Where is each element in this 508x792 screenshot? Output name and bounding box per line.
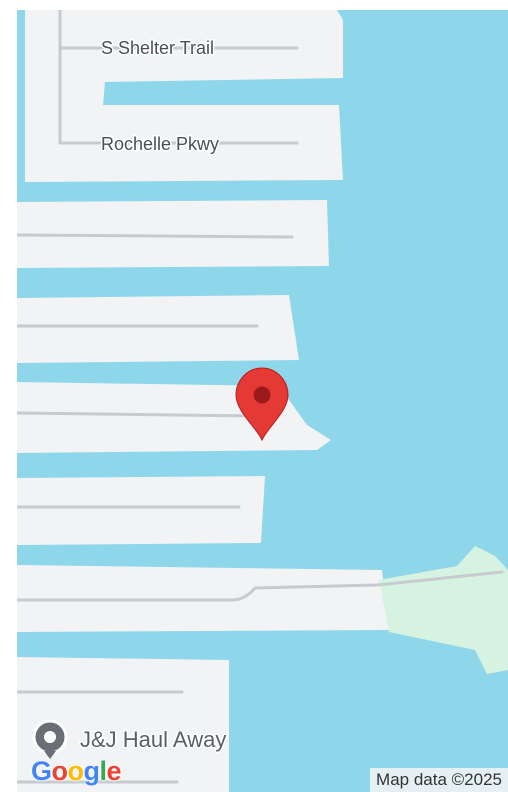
park-area <box>379 546 508 674</box>
google-logo: Google <box>31 756 122 786</box>
land-top-block <box>25 10 343 182</box>
poi-label-jj-haul-away[interactable]: J&J Haul Away <box>79 726 228 754</box>
road-label-rochelle-pkwy: Rochelle Pkwy <box>101 134 219 154</box>
land-masses <box>17 10 389 792</box>
land-strip-2 <box>17 295 299 363</box>
map-attribution[interactable]: Map data ©2025 <box>370 768 508 792</box>
land-strip-4 <box>17 476 265 545</box>
map-container[interactable]: S Shelter Trail Rochelle Pkwy J&J Haul A… <box>17 10 508 792</box>
road-label-s-shelter-trail: S Shelter Trail <box>101 38 214 58</box>
road-strip-1 <box>17 233 294 239</box>
map-canvas[interactable]: S Shelter Trail Rochelle Pkwy J&J Haul A… <box>17 10 508 792</box>
